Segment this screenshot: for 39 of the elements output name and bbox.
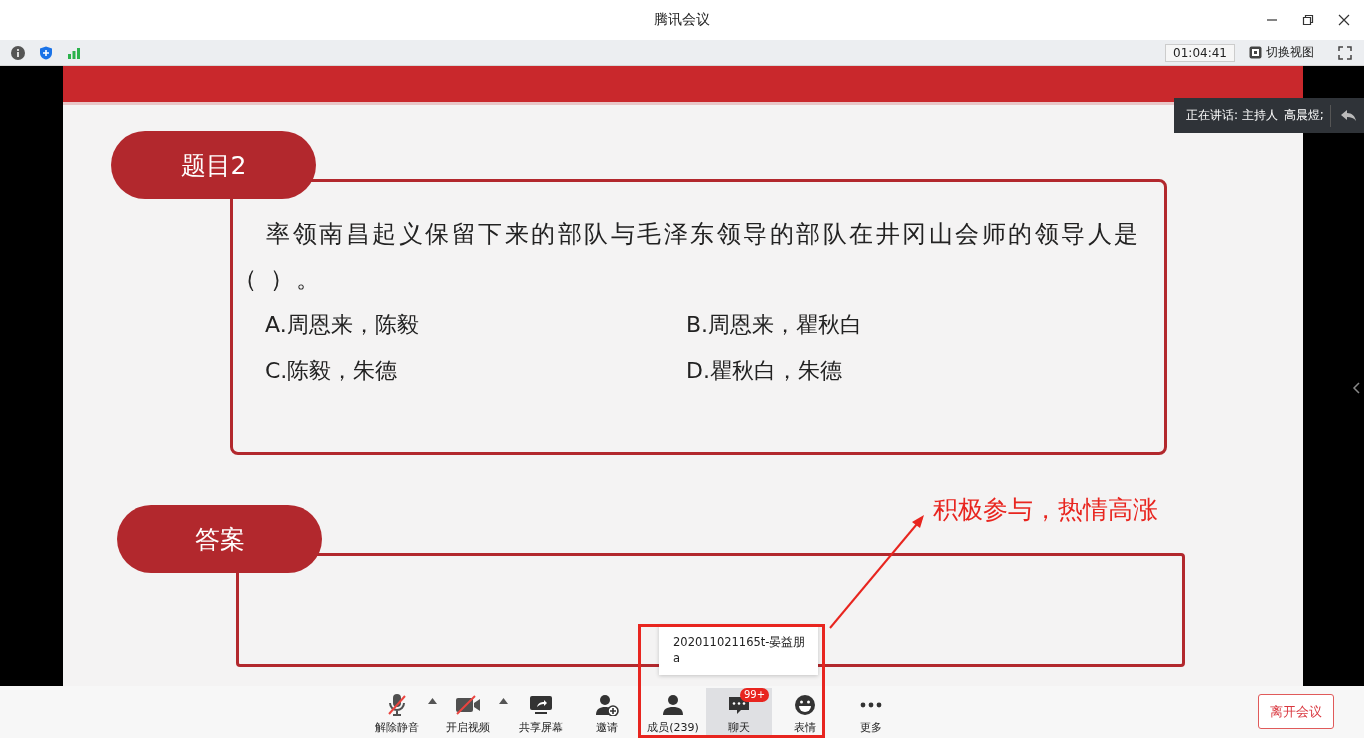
- question-tag: 题目2: [111, 131, 316, 199]
- share-screen-icon: [529, 695, 553, 715]
- toolbar-button[interactable]: 开启视频: [437, 688, 499, 738]
- speaker-name: 高晨煜;: [1283, 107, 1324, 124]
- answer-option: A.周恩来，陈毅: [265, 307, 419, 343]
- tooltip-text: 202011021165t-晏益朋a: [673, 634, 807, 666]
- speaker-label: 正在讲话: 主持人: [1186, 107, 1278, 124]
- meeting-timer: 01:04:41: [1165, 43, 1235, 62]
- leave-meeting-button[interactable]: 离开会议: [1258, 694, 1334, 729]
- toolbar-button[interactable]: 成员(239): [640, 688, 706, 738]
- close-icon[interactable]: [1338, 14, 1350, 26]
- more-icon: [860, 702, 882, 708]
- chevron-left-icon[interactable]: [1352, 382, 1360, 394]
- info-icon[interactable]: [11, 45, 25, 60]
- person-icon: [662, 694, 684, 716]
- toolbar-button[interactable]: 更多: [838, 688, 904, 738]
- caret-icon[interactable]: [428, 698, 437, 704]
- toolbar-button[interactable]: 表情: [772, 688, 838, 738]
- restore-icon[interactable]: [1302, 14, 1314, 26]
- question-text: 率领南昌起义保留下来的部队与毛泽东领导的部队在井冈山会师的领导人是（ ）。: [233, 219, 1142, 295]
- toolbar-button[interactable]: 共享屏幕: [508, 688, 574, 738]
- shield-icon[interactable]: [39, 45, 53, 60]
- annotation-text: 积极参与，热情高涨: [933, 494, 1158, 526]
- switch-view-button[interactable]: 切换视图: [1249, 44, 1324, 61]
- unread-badge: 99+: [740, 688, 770, 702]
- invite-person-icon: [595, 694, 619, 716]
- layout-icon: [1249, 46, 1262, 59]
- toolbar-button[interactable]: 邀请: [574, 688, 640, 738]
- answer-tag: 答案: [117, 505, 322, 573]
- fullscreen-icon[interactable]: [1338, 45, 1352, 60]
- toolbar-button[interactable]: 解除静音: [366, 688, 428, 738]
- answer-option: C.陈毅，朱德: [265, 353, 398, 389]
- toolbar-button[interactable]: 99+ 聊天: [706, 688, 772, 738]
- window-title: 腾讯会议: [654, 11, 710, 29]
- caret-icon[interactable]: [499, 698, 508, 704]
- smiley-icon: [794, 694, 816, 716]
- answer-option: B.周恩来，瞿秋白: [686, 307, 863, 343]
- reply-arrow-icon[interactable]: [1340, 109, 1357, 122]
- answer-option: D.瞿秋白，朱德: [686, 353, 842, 389]
